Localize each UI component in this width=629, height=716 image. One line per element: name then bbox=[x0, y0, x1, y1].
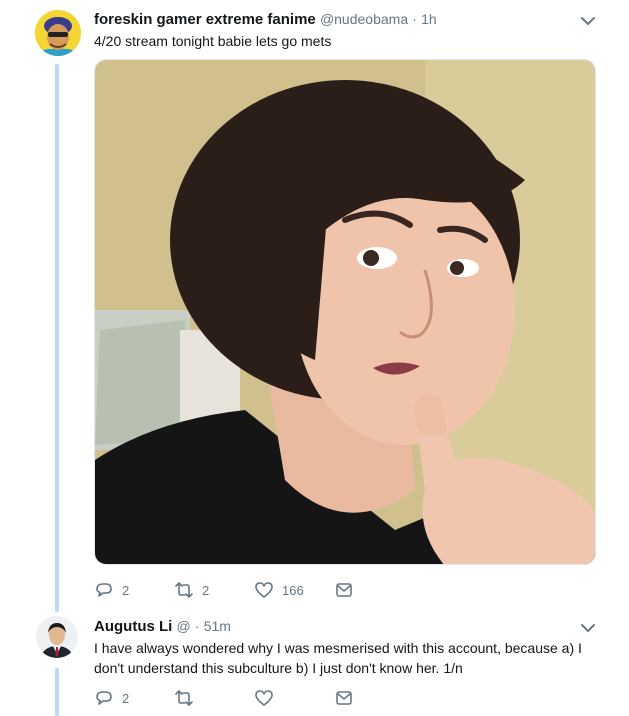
reply-button[interactable]: 2 bbox=[94, 688, 174, 708]
reply-icon bbox=[96, 691, 112, 705]
display-name[interactable]: Augutus Li bbox=[94, 618, 172, 635]
reply-count: 2 bbox=[122, 582, 130, 598]
timestamp[interactable]: 51m bbox=[204, 618, 231, 634]
tweet-text-line: don't understand this subculture b) I ju… bbox=[94, 660, 463, 676]
tweet1-action-bar: 2 2 166 bbox=[94, 580, 414, 600]
display-name[interactable]: foreskin gamer extreme fanime bbox=[94, 11, 316, 28]
direct-message-icon bbox=[336, 691, 352, 705]
heart-icon bbox=[255, 582, 273, 598]
tweet-photo[interactable] bbox=[94, 59, 596, 565]
profile-photo bbox=[36, 616, 78, 658]
reply-icon bbox=[96, 583, 112, 597]
direct-message-button[interactable] bbox=[334, 580, 414, 600]
chevron-down-icon[interactable] bbox=[578, 618, 598, 638]
like-button[interactable] bbox=[254, 688, 334, 708]
thread-line bbox=[55, 64, 59, 612]
reply-count: 2 bbox=[122, 690, 130, 706]
separator: · bbox=[412, 11, 417, 27]
timestamp[interactable]: 1h bbox=[421, 11, 437, 27]
like-button[interactable]: 166 bbox=[254, 580, 334, 600]
heart-icon bbox=[255, 690, 273, 706]
retweet-count: 2 bbox=[202, 582, 210, 598]
handle[interactable]: @ bbox=[177, 618, 191, 634]
reply-button[interactable]: 2 bbox=[94, 580, 174, 600]
avatar-tweet1[interactable] bbox=[35, 10, 81, 56]
tweet-text-line: I have always wondered why I was mesmeri… bbox=[94, 640, 582, 656]
tweet1-header: foreskin gamer extreme fanime @nudeobama… bbox=[94, 11, 437, 28]
tweet-text: I have always wondered why I was mesmeri… bbox=[94, 638, 614, 678]
direct-message-button[interactable] bbox=[334, 688, 414, 708]
handle[interactable]: @nudeobama bbox=[320, 11, 408, 27]
tweet-text: 4/20 stream tonight babie lets go mets bbox=[94, 33, 332, 49]
retweet-button[interactable]: 2 bbox=[174, 580, 254, 600]
retweet-icon bbox=[175, 690, 193, 706]
thread-line-continued bbox=[55, 668, 59, 716]
like-count: 166 bbox=[282, 582, 304, 598]
avatar-tweet2[interactable] bbox=[36, 616, 78, 658]
portrait-photo bbox=[95, 60, 595, 564]
chevron-down-icon[interactable] bbox=[578, 11, 598, 31]
retweet-icon bbox=[175, 582, 193, 598]
retweet-button[interactable] bbox=[174, 688, 254, 708]
tweet2-action-bar: 2 bbox=[94, 688, 414, 708]
cartoon-character-avatar bbox=[35, 10, 81, 56]
separator: · bbox=[194, 618, 200, 634]
tweet2-header: Augutus Li @ · 51m bbox=[94, 618, 231, 635]
direct-message-icon bbox=[336, 583, 352, 597]
